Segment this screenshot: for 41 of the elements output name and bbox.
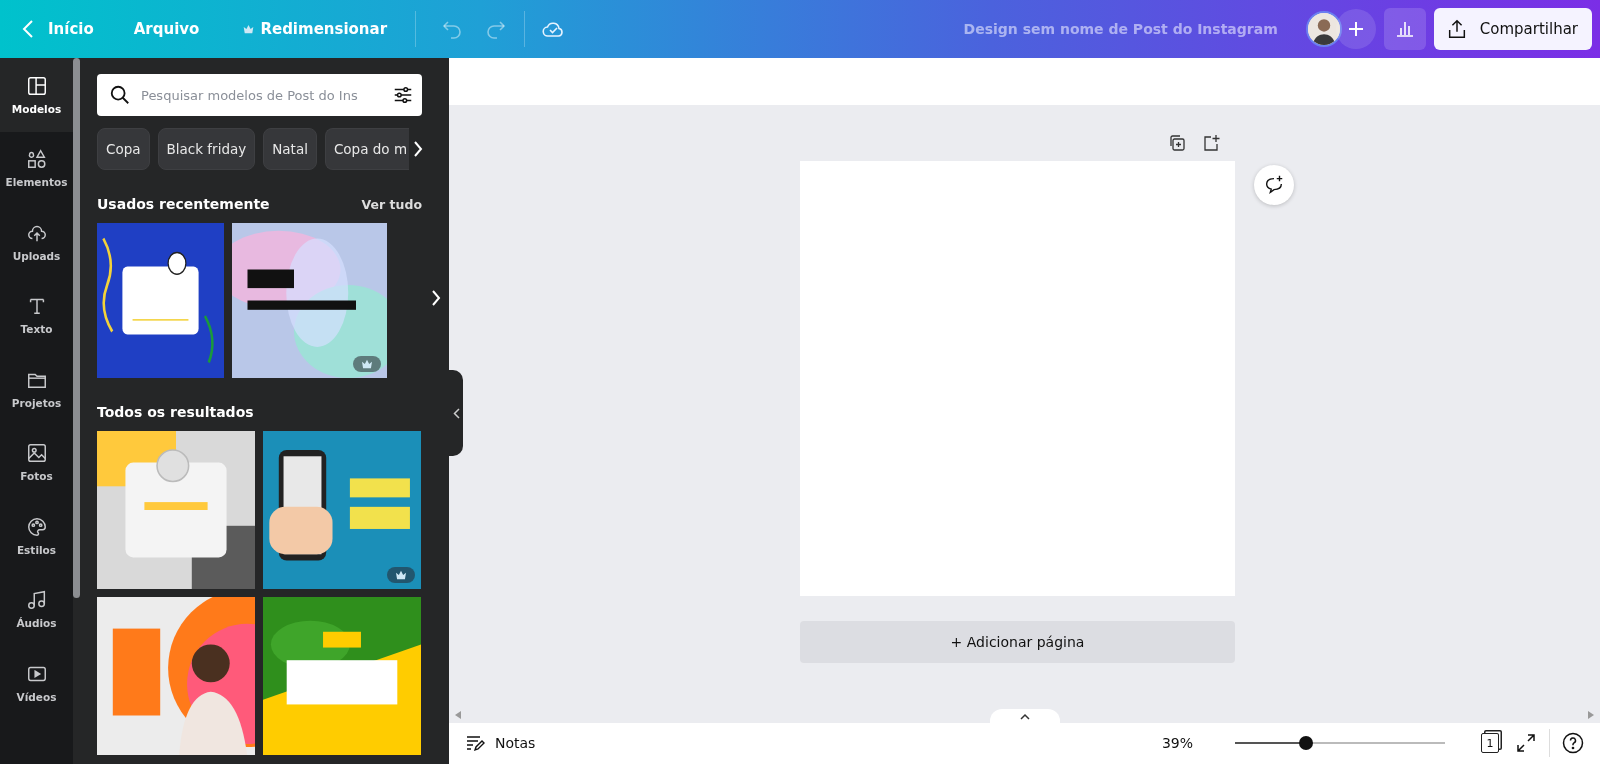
see-all-link[interactable]: Ver tudo — [361, 196, 422, 212]
chevron-right-icon — [431, 289, 441, 306]
add-collaborator-button[interactable] — [1335, 9, 1376, 49]
filter-chip[interactable]: Natal — [263, 128, 317, 170]
sidebar-item[interactable]: Modelos — [0, 58, 73, 132]
notes-button[interactable]: Notas — [465, 733, 536, 754]
chevron-right-icon — [413, 141, 424, 157]
scrollbar[interactable] — [73, 58, 80, 598]
search-field[interactable]: Pesquisar modelos de Post do Ins — [97, 74, 422, 116]
crown-icon — [395, 570, 407, 580]
music-note-icon — [25, 589, 48, 612]
crown-icon — [361, 359, 373, 369]
layout-icon — [25, 74, 48, 97]
palette-icon — [25, 515, 48, 538]
bar-chart-icon — [1394, 19, 1415, 39]
crown-icon — [243, 24, 255, 34]
insights-button[interactable] — [1383, 8, 1426, 50]
add-page-button[interactable]: + Adicionar página — [800, 621, 1235, 664]
add-page-icon[interactable] — [1201, 133, 1221, 154]
search-icon — [109, 84, 131, 106]
duplicate-page-icon[interactable] — [1167, 133, 1187, 154]
filter-chip[interactable]: Copa — [97, 128, 150, 170]
back-icon — [22, 20, 34, 38]
section-title: Todos os resultados — [97, 404, 254, 420]
collapse-panel-button[interactable] — [449, 370, 463, 456]
notes-pencil-icon — [465, 733, 485, 754]
help-icon[interactable] — [1562, 732, 1584, 755]
add-comment-button[interactable] — [1253, 165, 1294, 206]
filter-chip[interactable]: Copa do m — [324, 128, 410, 170]
filter-chip[interactable]: Black friday — [157, 128, 256, 170]
image-icon — [25, 442, 48, 465]
fullscreen-icon[interactable] — [1515, 732, 1537, 755]
zoom-level: 39% — [1161, 735, 1193, 752]
avatar[interactable] — [1305, 11, 1342, 47]
shapes-icon — [25, 148, 48, 171]
chevron-up-icon — [1019, 712, 1030, 720]
slider-thumb[interactable] — [1299, 736, 1314, 751]
filter-icon[interactable] — [392, 84, 414, 106]
chevron-left-icon — [452, 407, 460, 419]
section-title: Usados recentemente — [97, 196, 270, 212]
share-button[interactable]: Compartilhar — [1433, 8, 1592, 50]
